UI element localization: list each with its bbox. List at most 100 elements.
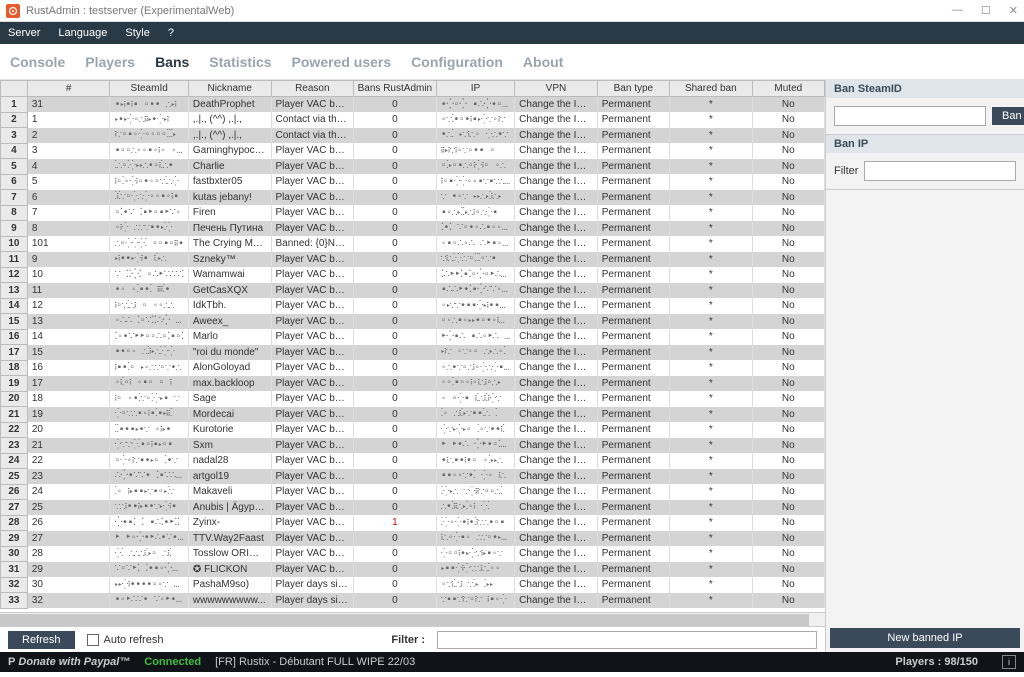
checkbox-icon (87, 634, 99, 646)
steamid-cell: •◦ ◦⁚▪•⁚ ፧፧፧⁚• (110, 283, 188, 299)
connection-status: Connected (144, 656, 201, 668)
steamid-cell: ‣•‣⁛◦∴፧፧‣•⁛‣፧ (110, 112, 188, 128)
ip-cell: ⁚◦ ∴፧⁚‣∵▪▪⁚∴ ⁚ (436, 407, 514, 423)
table-row[interactable]: 3230‣‣⁛፧••••▫◦∵ ⁛▫PashaM9so)Player days … (1, 577, 825, 593)
steamid-cell: ‣፧▪•‣⁛፧▪ ፧⁚‣∴ (110, 252, 188, 268)
steamid-cell: ▪▫▫∴◦◦▪◦፧◦ ◦∴‣ (110, 143, 188, 159)
auto-refresh-checkbox[interactable]: Auto refresh (87, 634, 164, 646)
steamid-cell: ፧∵▫▪◦⁛◦◦▫▫⁚⁚⁚‣ (110, 128, 188, 144)
table-row[interactable]: 1614⁚◦•∵‣‣▫▫∴▫⁚▪▫⁚MarloPlayer VAC bans .… (1, 329, 825, 345)
table-row[interactable]: 2220⁚⁚▪•▪‣•∵ ◦፧‣• KurotoriePlayer VAC ba… (1, 422, 825, 438)
col-steamid[interactable]: SteamId (110, 81, 188, 97)
table-row[interactable]: 1513◦∴∴ ⁚▫∵⁚⁚∴⁛ ⁛▫Aweex_Player VAC bans … (1, 314, 825, 330)
menu-server[interactable]: Server (8, 27, 40, 39)
minimize-icon[interactable]: — (952, 4, 963, 17)
table-row[interactable]: 2624⁚◦ ፧‣▪▪‣∵▪▫‣⁚∵MakaveliPlayer VAC ban… (1, 484, 825, 500)
table-row[interactable]: 87 ▫⁚•∵ ⁚▪‣▫▪‣∵◦FirenPlayer VAC bans ...… (1, 205, 825, 221)
steamid-cell: ∵▫∵‣⁚ ⁚•▪◦⁛⁛∵▪ (110, 562, 188, 578)
table-row[interactable]: 119 ‣፧▪•‣⁛፧▪ ፧⁚‣∴Szneky™Player VAC bans … (1, 252, 825, 268)
tab-about[interactable]: About (523, 54, 563, 70)
filter-sidebar-label: Filter (834, 165, 858, 177)
ban-button[interactable]: Ban (992, 107, 1024, 125)
col-reason[interactable]: Reason (271, 81, 354, 97)
table-row[interactable]: 2321 ⁛∵∵⁛⁚▪▫፧▪‣▫▪SxmPlayer VAC bans ...0… (1, 438, 825, 454)
tab-bans[interactable]: Bans (155, 54, 189, 70)
horizontal-scrollbar[interactable] (0, 612, 825, 626)
tab-console[interactable]: Console (10, 54, 65, 70)
ip-cell: ▪∴∴‣•⁚▪⁛∵∵◦⁚▫◦ (436, 283, 514, 299)
ip-cell: ∵፧∴⁚⁛⁚∵▫⁚⁚⁚◦∵▪ (436, 252, 514, 268)
table-row[interactable]: 1311•◦ ◦⁚▪•⁚ ፧፧፧⁚•GetCasXQXPlayer VAC ba… (1, 283, 825, 299)
status-bar: P Donate with Paypal™ Connected [FR] Rus… (0, 652, 1024, 672)
steamid-cell: ∴▫⁛⁛⁛⁚ ▫▫▪▫፧፧▪ (110, 236, 188, 252)
ip-cell: ◦∵⁚•▫•፧▪‣⁛∵◦፧∵ (436, 112, 514, 128)
table-row[interactable]: 1917◦፧⁚▫፧ ◦▪▫ ▫ ፧max.backloopPlayer VAC … (1, 376, 825, 392)
bans-grid[interactable]: #SteamIdNicknameReasonBans RustAdminIPVP… (0, 80, 825, 612)
ip-cell: ፧∴◦⁛▪◦ ∴∵▫•‣ ∵ (436, 531, 514, 547)
ip-cell: ◦∴•∵▫∴፧◦⁛∴⁛▪◦◦ (436, 360, 514, 376)
steamid-cell: ፧▫⁚◦⁛፧▫•◦▫∵⁚∴⁛ (110, 174, 188, 190)
maximize-icon[interactable]: ☐ (981, 4, 991, 17)
filter-label: Filter : (391, 634, 425, 646)
steamid-cell: ◦፧⁛ ∴∵∵▪•‣⁚⁛ (110, 221, 188, 237)
ip-cell: ◦▫⁚▪▫◦፧◦፧∴፧▫∴‣ (436, 376, 514, 392)
ip-cell: ◦ ▫⁛▪ ፧⁚∴፧⁚፧⁛∵ (436, 391, 514, 407)
table-row[interactable]: 2927‣ ‣◦⁛•‣∴•∵•◦▪▫TTV.Way2FaastPlayer VA… (1, 531, 825, 547)
col-ban-type[interactable]: Ban type (597, 81, 669, 97)
table-row[interactable]: 1816፧▪•⁚▫ ‣◦∴∵▫∵•∴AlonGoloyadPlayer VAC … (1, 360, 825, 376)
steamid-cell: ⁛∵∵⁛⁚▪▫፧▪‣▫▪ (110, 438, 188, 454)
tab-players[interactable]: Players (85, 54, 135, 70)
table-row[interactable]: 2725∵∴፧•▪፧‣▪•∵‣⁛፧▪Anubis | Ägypten...Pla… (1, 500, 825, 516)
table-row[interactable]: 2119⁛▫∵∴▪◦፧▪⁚▪‣፧፧⁚MordecaiPlayer VAC ban… (1, 407, 825, 423)
ip-cell: ⁚•⁚ ∵▫•◦∴▪◦◦∵⁚ (436, 221, 514, 237)
table-row[interactable]: 2422 ▫⁛◦፧∵▪•‣▫ ⁚•∵nadal28Player VAC bans… (1, 453, 825, 469)
table-row[interactable]: 2018፧▫ ◦•⁚∵◦⁚⁛‣▪ ∵SagePlayer VAC bans ..… (1, 391, 825, 407)
col-ip[interactable]: IP (436, 81, 514, 97)
table-row[interactable]: 32፧∵▫▪◦⁛◦◦▫▫⁚⁚⁚‣,.|., (^^) ,.|.,Contact … (1, 128, 825, 144)
new-banned-ip-button[interactable]: New banned IP (830, 628, 1020, 648)
refresh-button[interactable]: Refresh (8, 631, 75, 649)
table-row[interactable]: 76⁚፧⁚∵▫⁛∴⁛◦◦▪◦፧▪kutas jebany!Player VAC … (1, 190, 825, 206)
close-icon[interactable]: ✕ (1009, 4, 1018, 17)
tab-statistics[interactable]: Statistics (209, 54, 271, 70)
tab-configuration[interactable]: Configuration (411, 54, 503, 70)
table-row[interactable]: 1210∵ ⁚⁚⁛⁚ ▫∴‣∵∴∵⁚WamamwaiPlayer VAC ban… (1, 267, 825, 283)
table-row[interactable]: 3028⁛⁚ ∴∴∴፧⁚‣▫ ∴፧⁚Tosslow ORIGINALPlayer… (1, 546, 825, 562)
steamid-cell: ▫⁛◦፧∵▪•‣▫ ⁚•∵ (110, 453, 188, 469)
col--[interactable]: # (27, 81, 110, 97)
table-row[interactable]: 98 ◦፧⁛ ∴∵∵▪•‣⁚⁛Печень ПутинаPlayer VAC b… (1, 221, 825, 237)
bottom-toolbar: Refresh Auto refresh Filter : (0, 626, 825, 652)
ban-steamid-input[interactable] (834, 106, 986, 126)
col-muted[interactable]: Muted (752, 81, 824, 97)
ip-cell: •⁛▫⁛ ▪∴⁛•▫▪∴⁛• (436, 97, 514, 113)
col-vpn[interactable]: VPN (515, 81, 598, 97)
table-row[interactable]: 21 ‣•‣⁛◦∴፧፧‣•⁛‣፧,.|., (^^) ,.|.,Contact … (1, 112, 825, 128)
table-row[interactable]: 131•‣፧•፧▪ ▫•• ∴‣፧DeathProphetPlayer VAC … (1, 97, 825, 113)
table-row[interactable]: 65፧▫⁚◦⁛፧▫•◦▫∵⁚∴⁛fastbxter05Player VAC ba… (1, 174, 825, 190)
ip-cell: ◦▪▫∴◦∴ ∴‣▪◦‣∴‣ (436, 236, 514, 252)
steamid-cell: ◦፧⁚▫፧ ◦▪▫ ▫ ፧ (110, 376, 188, 392)
table-row[interactable]: 2523∴⁛•∵∵• ⁚▪∵∴∴•∵artgol19Player VAC ban… (1, 469, 825, 485)
table-row[interactable]: 54⁚∴▫⁚⁛‣‣∴•▫፧⁚∴•CharliePlayer VAC bans .… (1, 159, 825, 175)
table-row[interactable]: 3332•◦‣∴∵• ∵◦‣•‣⁛▫wwwwwwwww...Player day… (1, 593, 825, 609)
table-row[interactable]: 43▪▫▫∴◦◦▪◦፧◦ ◦∴‣GaminghypocritePlayer VA… (1, 143, 825, 159)
steamid-cell: ∴⁛•∵∵• ⁚▪∵∴∴•∵ (110, 469, 188, 485)
table-row[interactable]: 1412፧▫∵⁚∴፧ ▫ ◦◦∴∴IdkTbh.Player VAC bans … (1, 298, 825, 314)
menu-style[interactable]: Style (125, 27, 149, 39)
tab-powered-users[interactable]: Powered users (292, 54, 392, 70)
info-icon[interactable]: i (1002, 655, 1016, 669)
menu-help[interactable]: ? (168, 27, 174, 39)
donate-link[interactable]: P Donate with Paypal™ (8, 656, 130, 668)
table-row[interactable]: 10101∴▫⁛⁛⁛⁚ ▫▫▪▫፧፧▪The Crying MarshalBan… (1, 236, 825, 252)
col-shared-ban[interactable]: Shared ban (670, 81, 753, 97)
col-bans-rustadmin[interactable]: Bans RustAdmin (354, 81, 437, 97)
table-row[interactable]: 1715 ▪•▫◦ ∴⁚፧‣∴⁚⁛⁛"roi du monde"Player V… (1, 345, 825, 361)
col-nickname[interactable]: Nickname (188, 81, 271, 97)
table-row[interactable]: 2826⁛•▪⁚ ⁚ ▪∴⁚•‣⁚⁚Zyinx-Player VAC bans … (1, 515, 825, 531)
tabs: Console Players Bans Statistics Powered user… (0, 44, 1024, 80)
filter-sidebar-input[interactable] (864, 161, 1016, 181)
table-row[interactable]: 3129∵▫∵‣⁚ ⁚•▪◦⁛⁛∵▪✪ FLICKONPlayer VAC ba… (1, 562, 825, 578)
menu-language[interactable]: Language (58, 27, 107, 39)
filter-input[interactable] (437, 631, 817, 649)
steamid-cell: ‣‣⁛፧••••▫◦∵ ⁛▫ (110, 577, 188, 593)
